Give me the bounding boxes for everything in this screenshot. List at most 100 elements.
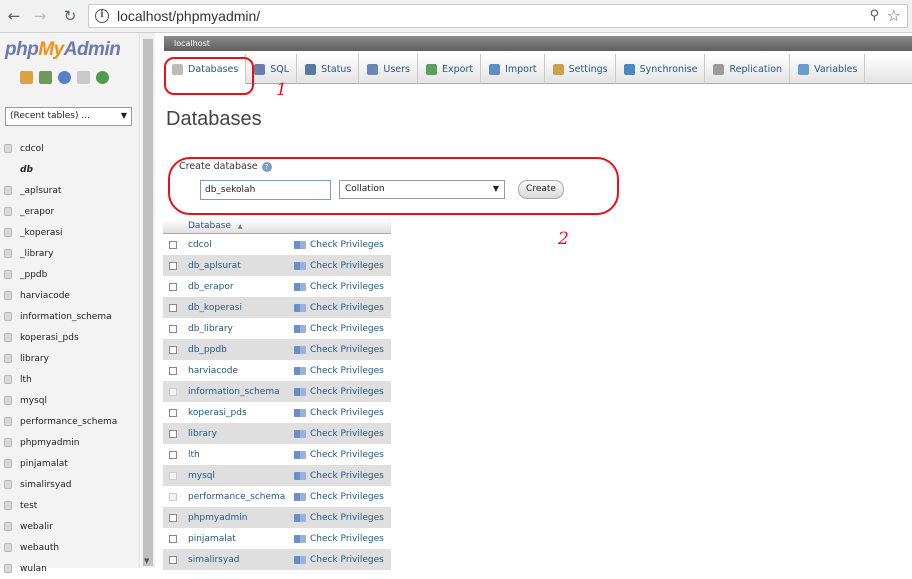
- sidebar-item-koperasi-pds[interactable]: koperasi_pds: [0, 327, 140, 348]
- check-privileges-link[interactable]: Check Privileges: [294, 324, 384, 334]
- check-privileges-link[interactable]: Check Privileges: [294, 345, 384, 355]
- create-button[interactable]: Create: [518, 180, 564, 199]
- scrollbar-thumb[interactable]: [143, 39, 153, 566]
- database-link[interactable]: mysql: [182, 471, 294, 481]
- database-column-header[interactable]: Database ▲: [182, 219, 284, 233]
- database-link[interactable]: koperasi_pds: [182, 408, 294, 418]
- help-icon[interactable]: [58, 71, 71, 84]
- back-arrow-icon[interactable]: ←: [4, 6, 24, 26]
- sidebar-item-library[interactable]: library: [0, 348, 140, 369]
- check-privileges-link[interactable]: Check Privileges: [294, 408, 384, 418]
- url-text[interactable]: localhost/phpmyadmin/: [117, 8, 260, 24]
- check-privileges-link[interactable]: Check Privileges: [294, 387, 384, 397]
- tab-variables[interactable]: Variables: [790, 54, 866, 84]
- zoom-icon[interactable]: ⚲: [869, 8, 879, 23]
- logout-icon[interactable]: [39, 71, 52, 84]
- database-link[interactable]: harviacode: [182, 366, 294, 376]
- database-link[interactable]: db_erapor: [182, 282, 294, 292]
- database-name-input[interactable]: db_sekolah: [200, 180, 331, 200]
- tab-settings[interactable]: Settings: [545, 54, 616, 84]
- row-checkbox[interactable]: [168, 450, 177, 459]
- sidebar-item-simalirsyad[interactable]: simalirsyad: [0, 474, 140, 495]
- row-checkbox[interactable]: [168, 534, 177, 543]
- address-bar[interactable]: i localhost/phpmyadmin/ ⚲ ☆: [88, 4, 908, 28]
- bookmark-star-icon[interactable]: ☆: [887, 6, 901, 25]
- row-checkbox[interactable]: [168, 366, 177, 375]
- sidebar-item-pinjamalat[interactable]: pinjamalat: [0, 453, 140, 474]
- check-privileges-link[interactable]: Check Privileges: [294, 492, 384, 502]
- database-link[interactable]: db_library: [182, 324, 294, 334]
- recent-tables-select[interactable]: (Recent tables) ... ▼: [5, 107, 132, 126]
- sidebar-scrollbar[interactable]: ▼: [141, 33, 155, 568]
- tab-synchronise[interactable]: Synchronise: [616, 54, 706, 84]
- server-breadcrumb[interactable]: localhost: [164, 36, 912, 51]
- site-info-icon[interactable]: i: [95, 9, 109, 23]
- tab-replication[interactable]: Replication: [705, 54, 791, 84]
- row-checkbox[interactable]: [168, 303, 177, 312]
- sidebar-item-phpmyadmin[interactable]: phpmyadmin: [0, 432, 140, 453]
- database-link[interactable]: db_aplsurat: [182, 261, 294, 271]
- database-link[interactable]: lth: [182, 450, 294, 460]
- sidebar-item-ppdb[interactable]: _ppdb: [0, 264, 140, 285]
- sidebar-item-erapor[interactable]: _erapor: [0, 201, 140, 222]
- database-link[interactable]: db_koperasi: [182, 303, 294, 313]
- check-privileges-link[interactable]: Check Privileges: [294, 240, 384, 250]
- forward-arrow-icon[interactable]: →: [30, 6, 50, 26]
- row-checkbox[interactable]: [168, 240, 177, 249]
- check-privileges-link[interactable]: Check Privileges: [294, 303, 384, 313]
- reload-icon[interactable]: ↻: [60, 6, 80, 26]
- sidebar-item-test[interactable]: test: [0, 495, 140, 516]
- sidebar-item-aplsurat[interactable]: _aplsurat: [0, 180, 140, 201]
- sidebar-item-harviacode[interactable]: harviacode: [0, 285, 140, 306]
- row-checkbox[interactable]: [168, 513, 177, 522]
- collation-select[interactable]: Collation ▼: [339, 180, 505, 199]
- scroll-down-arrow-icon[interactable]: ▼: [144, 557, 149, 565]
- row-checkbox[interactable]: [168, 324, 177, 333]
- database-icon: [4, 270, 12, 279]
- tab-export[interactable]: Export: [418, 54, 482, 84]
- check-privileges-link[interactable]: Check Privileges: [294, 513, 384, 523]
- sidebar-item-mysql[interactable]: mysql: [0, 390, 140, 411]
- database-link[interactable]: information_schema: [182, 387, 294, 397]
- phpmyadmin-logo[interactable]: phpMyAdmin: [5, 39, 121, 61]
- row-checkbox[interactable]: [168, 429, 177, 438]
- row-checkbox[interactable]: [168, 261, 177, 270]
- tab-status[interactable]: Status: [297, 54, 360, 84]
- database-link[interactable]: phpmyadmin: [182, 513, 294, 523]
- database-link[interactable]: performance_schema: [182, 492, 294, 502]
- check-privileges-link[interactable]: Check Privileges: [294, 471, 384, 481]
- check-privileges-link[interactable]: Check Privileges: [294, 366, 384, 376]
- database-link[interactable]: library: [182, 429, 294, 439]
- database-link[interactable]: cdcol: [182, 240, 294, 250]
- reload-navigation-icon[interactable]: [96, 71, 109, 84]
- sidebar-item-information-schema[interactable]: information_schema: [0, 306, 140, 327]
- tab-import[interactable]: Import: [481, 54, 545, 84]
- sidebar-item-koperasi[interactable]: _koperasi: [0, 222, 140, 243]
- check-privileges-link[interactable]: Check Privileges: [294, 282, 384, 292]
- row-checkbox[interactable]: [168, 282, 177, 291]
- sidebar-item-cdcol[interactable]: cdcol: [0, 138, 140, 159]
- sidebar-item-db[interactable]: db: [0, 159, 140, 180]
- help-icon[interactable]: ?: [261, 161, 272, 172]
- check-privileges-link[interactable]: Check Privileges: [294, 261, 384, 271]
- table-row: cdcol Check Privileges: [163, 234, 391, 255]
- sidebar-item-library[interactable]: _library: [0, 243, 140, 264]
- tab-users[interactable]: Users: [359, 54, 418, 84]
- database-link[interactable]: pinjamalat: [182, 534, 294, 544]
- sidebar-item-webalir[interactable]: webalir: [0, 516, 140, 537]
- check-privileges-link[interactable]: Check Privileges: [294, 555, 384, 565]
- sidebar-item-wulan[interactable]: wulan: [0, 558, 140, 579]
- database-link[interactable]: db_ppdb: [182, 345, 294, 355]
- database-link[interactable]: simalirsyad: [182, 555, 294, 565]
- check-privileges-link[interactable]: Check Privileges: [294, 450, 384, 460]
- check-privileges-link[interactable]: Check Privileges: [294, 429, 384, 439]
- sidebar-item-performance-schema[interactable]: performance_schema: [0, 411, 140, 432]
- row-checkbox[interactable]: [168, 408, 177, 417]
- sidebar-item-webauth[interactable]: webauth: [0, 537, 140, 558]
- check-privileges-link[interactable]: Check Privileges: [294, 534, 384, 544]
- row-checkbox[interactable]: [168, 345, 177, 354]
- documentation-icon[interactable]: [77, 71, 90, 84]
- row-checkbox[interactable]: [168, 555, 177, 564]
- home-icon[interactable]: [20, 71, 33, 84]
- sidebar-item-lth[interactable]: lth: [0, 369, 140, 390]
